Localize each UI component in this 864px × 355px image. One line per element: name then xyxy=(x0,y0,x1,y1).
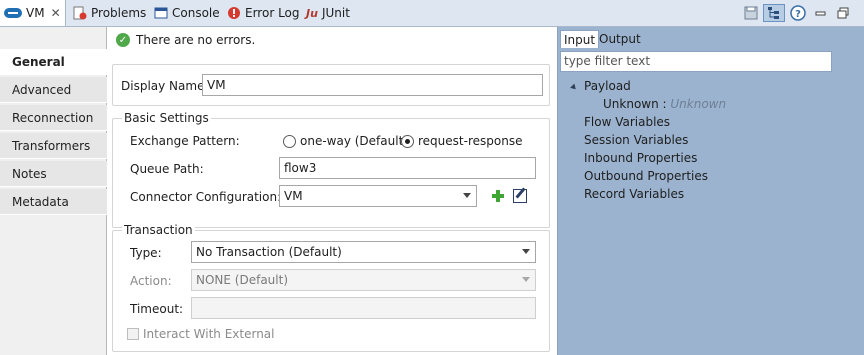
save-icon[interactable] xyxy=(742,4,760,22)
tree-view-icon[interactable] xyxy=(763,4,785,22)
unknown-label: Unknown : xyxy=(603,97,667,111)
chevron-down-icon xyxy=(463,193,471,198)
tab-vm[interactable]: VM ✕ xyxy=(0,0,66,26)
radio-request-response-dot[interactable] xyxy=(401,134,414,148)
unknown-value: Unknown xyxy=(670,97,727,111)
tree-item-session-variables[interactable]: Session Variables xyxy=(584,133,688,147)
interact-with-external-label: Interact With External xyxy=(143,327,275,341)
filter-input[interactable]: type filter text xyxy=(560,51,832,72)
status-text: There are no errors. xyxy=(136,33,256,47)
tab-problems[interactable]: Problems xyxy=(73,0,146,26)
console-icon xyxy=(154,6,168,20)
tab-error-log[interactable]: Error Log xyxy=(227,0,300,26)
interact-with-external-box[interactable] xyxy=(127,328,139,340)
exchange-pattern-label: Exchange Pattern: xyxy=(130,134,240,148)
chevron-down-icon xyxy=(522,277,530,282)
svg-text:?: ? xyxy=(795,9,801,20)
tree-item-payload[interactable]: Payload xyxy=(584,79,631,93)
tab-console[interactable]: Console xyxy=(154,0,220,26)
nav-item-reconnection[interactable]: Reconnection xyxy=(0,105,107,131)
maximize-icon[interactable] xyxy=(834,4,852,22)
nav-item-notes[interactable]: Notes xyxy=(0,161,107,187)
queue-path-field[interactable]: flow3 xyxy=(279,157,536,179)
minimize-icon[interactable] xyxy=(812,4,830,22)
junit-icon: Ju xyxy=(306,6,318,20)
radio-one-way-label: one-way (Default) xyxy=(300,134,408,148)
transaction-type-value: No Transaction (Default) xyxy=(196,245,342,259)
transaction-type-label: Type: xyxy=(130,246,162,260)
radio-request-response-label: request-response xyxy=(418,134,523,148)
nav-item-advanced[interactable]: Advanced xyxy=(0,77,107,103)
tree-item-flow-variables[interactable]: Flow Variables xyxy=(584,115,670,129)
nav-item-general[interactable]: General xyxy=(0,49,108,75)
tab-junit-label: JUnit xyxy=(321,6,350,20)
transaction-action-select[interactable]: NONE (Default) xyxy=(191,269,536,291)
expand-arrow-icon[interactable] xyxy=(570,83,578,92)
section-nav: General Advanced Reconnection Transforme… xyxy=(0,27,108,355)
vm-connector-icon xyxy=(4,8,22,18)
tab-input[interactable]: Input xyxy=(560,30,600,48)
tab-console-label: Console xyxy=(172,6,220,20)
status-message: ✓ There are no errors. xyxy=(116,33,255,47)
transaction-title: Transaction xyxy=(122,223,195,237)
check-icon: ✓ xyxy=(116,33,130,47)
problems-icon xyxy=(73,6,87,20)
chevron-down-icon xyxy=(522,249,530,254)
connector-configuration-value: VM xyxy=(284,189,303,203)
display-name-label: Display Name: xyxy=(121,79,209,93)
display-name-group: Display Name: VM xyxy=(112,64,550,106)
connector-configuration-label: Connector Configuration: xyxy=(130,190,282,204)
help-icon[interactable]: ? xyxy=(789,4,807,22)
interact-with-external-checkbox[interactable]: Interact With External xyxy=(127,327,274,341)
transaction-timeout-label: Timeout: xyxy=(130,302,184,316)
add-icon[interactable] xyxy=(491,189,505,203)
nav-item-metadata[interactable]: Metadata xyxy=(0,189,107,215)
basic-settings-title: Basic Settings xyxy=(122,111,211,125)
radio-one-way-dot[interactable] xyxy=(283,134,296,148)
tree-item-record-variables[interactable]: Record Variables xyxy=(584,187,684,201)
transaction-type-select[interactable]: No Transaction (Default) xyxy=(191,241,536,263)
close-icon[interactable]: ✕ xyxy=(51,6,61,20)
general-form: ✓ There are no errors. Display Name: VM … xyxy=(108,27,556,355)
tab-junit[interactable]: Ju JUnit xyxy=(306,0,350,26)
display-name-field[interactable]: VM xyxy=(202,74,543,96)
editor-tab-bar: VM ✕ Problems Console Error Log Ju JUnit… xyxy=(0,0,864,27)
tab-output[interactable]: Output xyxy=(596,30,644,48)
tab-problems-label: Problems xyxy=(91,6,147,20)
tree-item-inbound-properties[interactable]: Inbound Properties xyxy=(584,151,697,165)
transaction-group: Transaction Type: No Transaction (Defaul… xyxy=(112,223,550,352)
radio-one-way[interactable]: one-way (Default) xyxy=(283,134,408,148)
transaction-action-value: NONE (Default) xyxy=(196,273,289,287)
metadata-panel: Input Output type filter text Payload Un… xyxy=(557,27,864,355)
basic-settings-group: Basic Settings Exchange Pattern: one-way… xyxy=(112,111,550,228)
tab-error-log-label: Error Log xyxy=(245,6,300,20)
queue-path-label: Queue Path: xyxy=(130,162,204,176)
transaction-timeout-field[interactable] xyxy=(191,297,536,319)
tab-vm-label: VM xyxy=(26,6,45,20)
tree-item-outbound-properties[interactable]: Outbound Properties xyxy=(584,169,708,183)
connector-configuration-select[interactable]: VM xyxy=(279,185,477,207)
error-log-icon xyxy=(227,6,241,20)
radio-request-response[interactable]: request-response xyxy=(401,134,522,148)
transaction-action-label: Action: xyxy=(130,274,172,288)
nav-item-transformers[interactable]: Transformers xyxy=(0,133,107,159)
edit-icon[interactable] xyxy=(513,189,527,203)
tree-item-unknown[interactable]: Unknown : Unknown xyxy=(603,97,726,111)
